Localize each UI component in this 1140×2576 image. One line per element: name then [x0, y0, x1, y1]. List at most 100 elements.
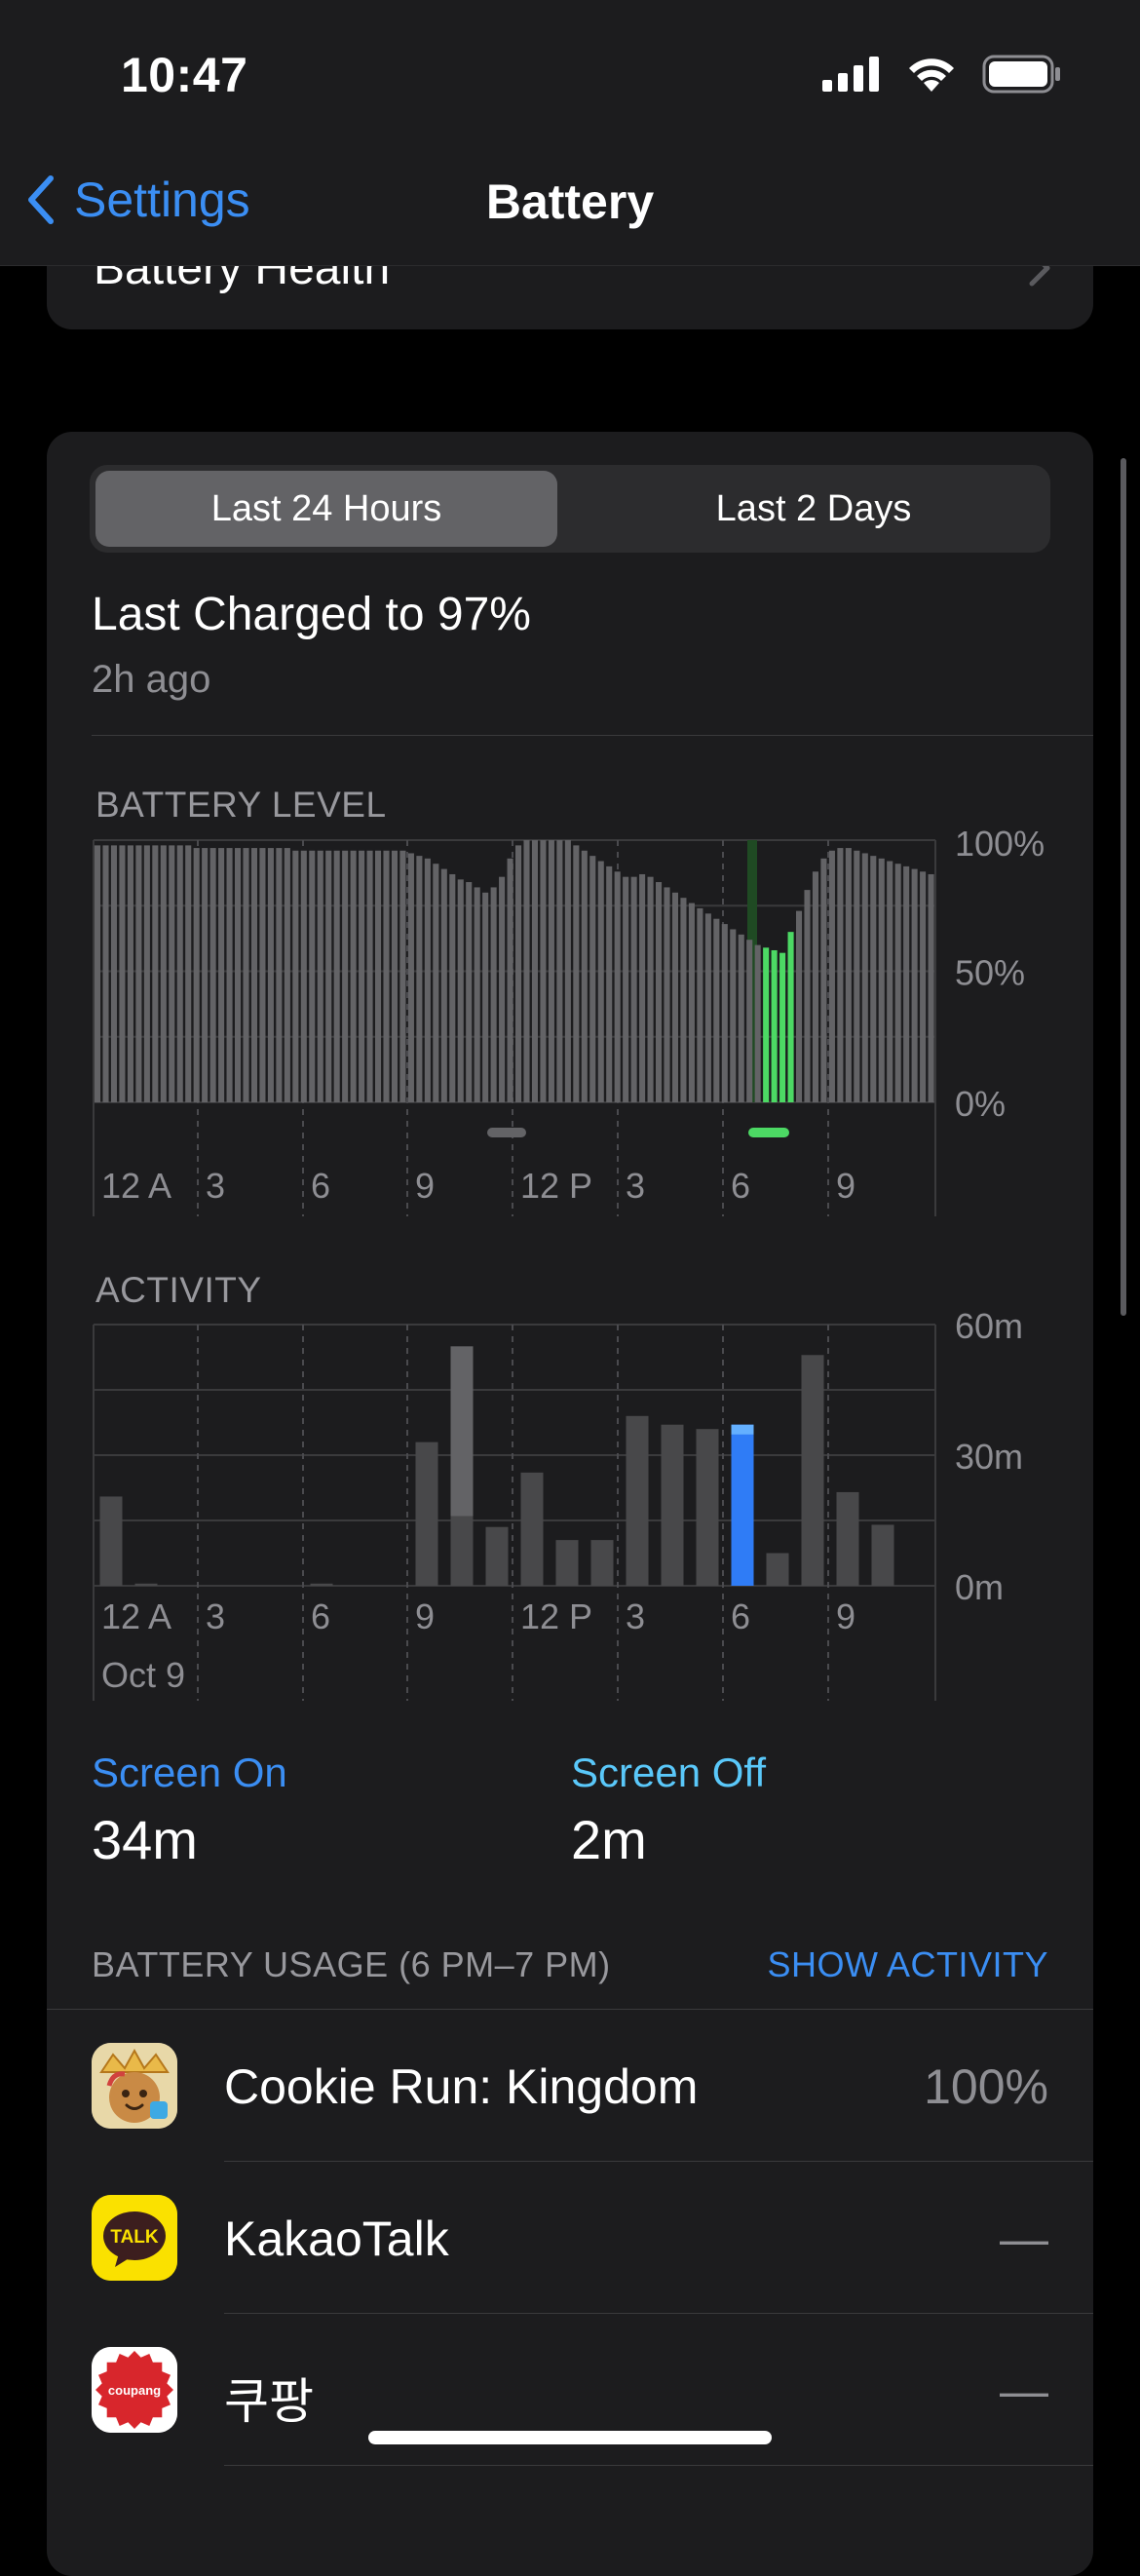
battery-bar — [119, 845, 126, 1102]
battery-bar — [366, 850, 373, 1102]
battery-bar — [226, 848, 233, 1102]
battery-bar — [746, 940, 753, 1102]
low-power-marker — [487, 1128, 526, 1137]
battery-bar — [209, 848, 216, 1102]
activity-bar-screen-off — [450, 1346, 474, 1517]
app-row-cookie-run[interactable]: Cookie Run: Kingdom 100% — [47, 2010, 1093, 2162]
battery-bar — [697, 907, 703, 1102]
battery-bar — [457, 879, 464, 1102]
battery-bar — [680, 898, 687, 1102]
battery-card: Last 24 Hours Last 2 Days Last Charged t… — [47, 432, 1093, 2576]
battery-bar — [143, 845, 150, 1102]
battery-bar — [920, 871, 927, 1102]
home-indicator[interactable] — [368, 2431, 772, 2444]
activity-bar-selected-cap — [731, 1424, 754, 1435]
activity-bar-screen-on — [590, 1540, 614, 1586]
battery-bar — [433, 864, 439, 1102]
battery-bar — [589, 856, 596, 1102]
battery-bar — [350, 850, 357, 1102]
coupang-icon-text: coupang — [108, 2383, 161, 2398]
battery-bar — [449, 873, 456, 1102]
activity-bar-screen-on — [520, 1472, 544, 1586]
battery-bar — [656, 882, 663, 1102]
charging-marker — [748, 1128, 789, 1137]
battery-bar — [647, 876, 654, 1102]
battery-bar — [730, 929, 737, 1102]
battery-icon — [982, 55, 1060, 94]
battery-bar — [102, 845, 109, 1102]
battery-x-tick: 9 — [836, 1166, 855, 1206]
row-divider — [224, 2465, 1093, 2466]
battery-bar — [597, 861, 604, 1102]
battery-bar — [375, 850, 382, 1102]
screen-off-label: Screen Off — [571, 1749, 766, 1795]
activity-bar-screen-on — [134, 1583, 158, 1586]
activity-bar-screen-on — [731, 1424, 754, 1586]
battery-bar — [440, 868, 447, 1102]
screen-on-label: Screen On — [92, 1749, 287, 1795]
battery-bar — [738, 934, 744, 1102]
battery-bar — [771, 949, 778, 1102]
battery-bar — [383, 850, 390, 1102]
battery-x-tick: 6 — [731, 1166, 750, 1206]
battery-bar — [894, 864, 901, 1102]
activity-y-tick: 60m — [955, 1306, 1023, 1346]
status-icons — [822, 55, 1062, 94]
battery-bar — [407, 853, 414, 1102]
battery-bar — [796, 910, 803, 1102]
battery-bar — [573, 845, 580, 1102]
battery-x-tick: 3 — [206, 1166, 225, 1206]
battery-bar — [804, 890, 811, 1102]
battery-bar — [688, 903, 695, 1102]
app-name: KakaoTalk — [224, 2211, 449, 2266]
battery-bar — [235, 848, 242, 1102]
app-usage-value: — — [1000, 2211, 1048, 2266]
battery-x-tick: 12 A — [101, 1166, 171, 1206]
app-row-kakaotalk[interactable]: TALK KakaoTalk — — [47, 2162, 1093, 2314]
app-usage-value: — — [1000, 2364, 1048, 2418]
activity-x-tick: 9 — [836, 1596, 855, 1636]
battery-bar — [845, 848, 852, 1102]
battery-bar — [466, 882, 473, 1102]
battery-level-chart[interactable]: 100% 50% 0% 12 A 3 6 9 12 P 3 6 9 60m 30m 0m 12 A 3 6 9 12… — [47, 432, 1093, 1796]
battery-bar — [564, 840, 571, 1102]
battery-x-tick: 3 — [626, 1166, 645, 1206]
battery-bar — [424, 858, 431, 1102]
battery-bar — [135, 845, 142, 1102]
battery-bar — [671, 892, 679, 1102]
battery-y-tick: 50% — [955, 953, 1025, 993]
status-time: 10:47 — [121, 48, 248, 102]
battery-bar — [317, 850, 323, 1102]
scrollbar[interactable] — [1121, 458, 1126, 1316]
battery-bar — [325, 850, 332, 1102]
battery-bar — [490, 887, 497, 1102]
battery-bar — [754, 944, 761, 1102]
battery-bar — [820, 858, 827, 1102]
battery-bar — [548, 840, 554, 1102]
activity-bar-screen-on — [766, 1553, 789, 1586]
kakao-icon-text: TALK — [110, 2227, 159, 2248]
battery-bar — [763, 947, 770, 1102]
battery-bar — [193, 848, 200, 1102]
activity-x-tick: 9 — [415, 1596, 435, 1636]
battery-bar — [267, 848, 274, 1102]
battery-bar — [887, 861, 893, 1102]
battery-bar — [903, 865, 910, 1102]
battery-bar — [110, 845, 118, 1102]
show-activity-button[interactable]: SHOW ACTIVITY — [767, 1944, 1048, 1985]
battery-bar — [499, 876, 506, 1102]
battery-bar — [713, 918, 720, 1102]
battery-bar — [870, 856, 877, 1102]
page-title: Battery — [485, 174, 655, 229]
battery-bar — [309, 850, 316, 1102]
battery-bar — [721, 924, 728, 1102]
battery-bar — [391, 850, 399, 1102]
kakaotalk-app-icon: TALK — [92, 2195, 177, 2281]
activity-bar-screen-on — [871, 1524, 894, 1586]
battery-bar — [861, 853, 868, 1102]
activity-x-tick: 6 — [311, 1596, 330, 1636]
battery-x-tick: 6 — [311, 1166, 330, 1206]
battery-bar — [292, 850, 299, 1102]
activity-bar-screen-on — [415, 1442, 438, 1586]
battery-y-tick: 100% — [955, 824, 1045, 864]
